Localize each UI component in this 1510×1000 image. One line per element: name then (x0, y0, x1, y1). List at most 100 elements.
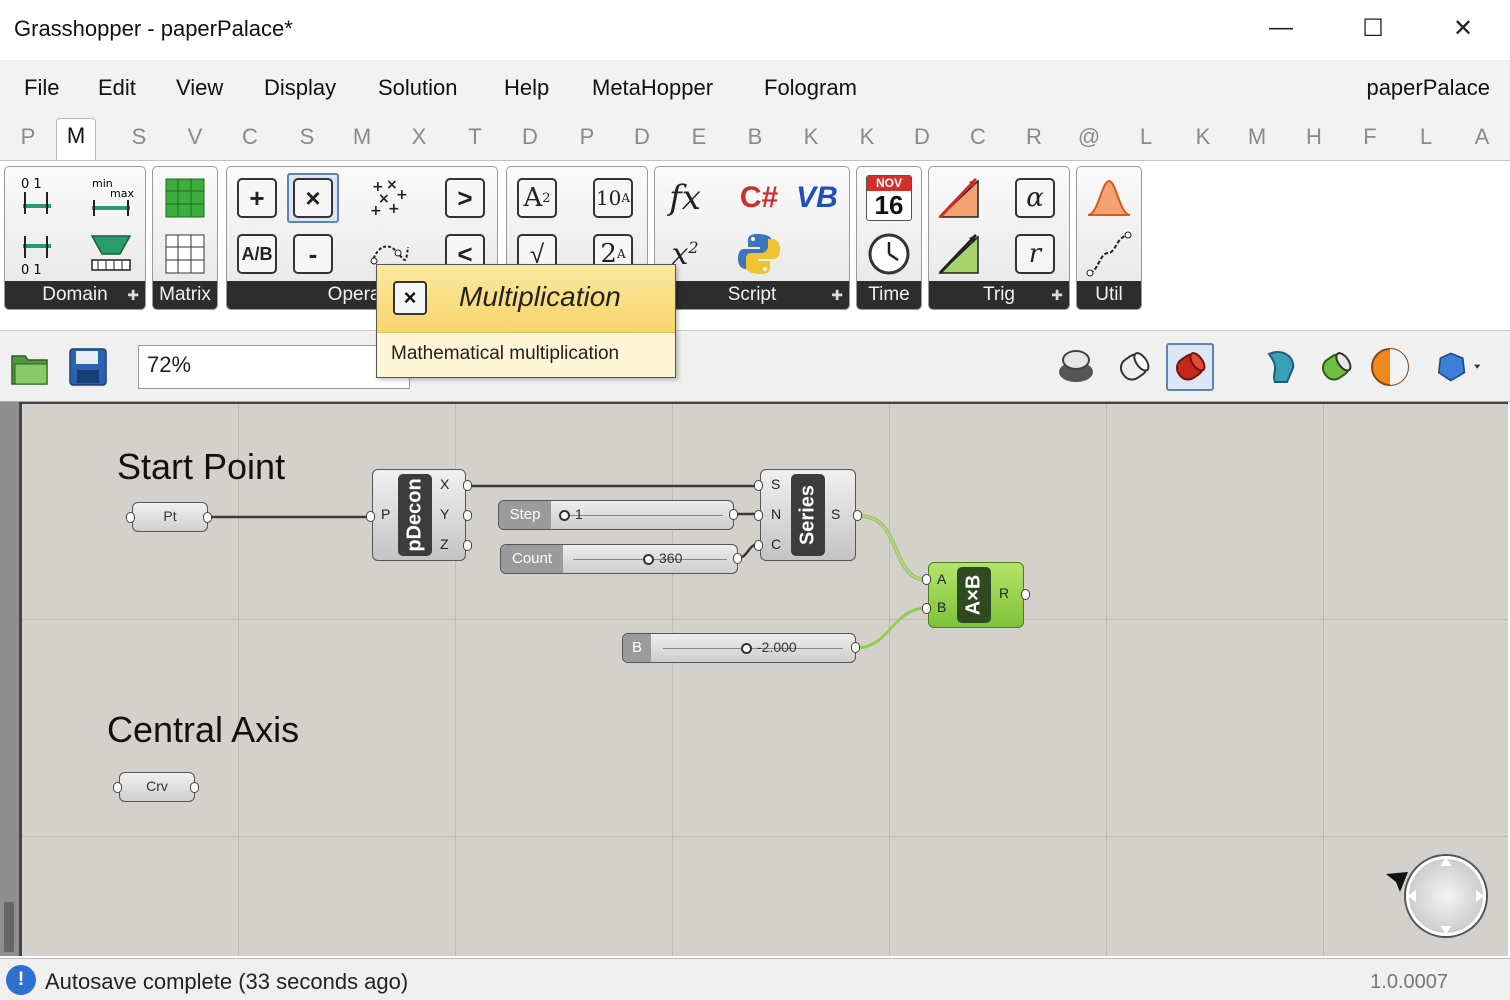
multiply-output-r[interactable] (1021, 589, 1030, 600)
open-icon[interactable] (6, 343, 54, 391)
b-slider[interactable]: B -2.000 (622, 633, 856, 663)
sine-triangle-icon[interactable] (933, 173, 985, 223)
power-icon[interactable]: A2 (511, 173, 563, 223)
multiply-input-b[interactable] (922, 603, 931, 614)
mass-addition-icon[interactable]: + × + × + + (363, 173, 415, 223)
radians-icon[interactable]: r (1009, 229, 1061, 279)
tab-sets[interactable]: S (119, 124, 159, 150)
tab-mesh[interactable]: M (342, 124, 382, 150)
division-icon[interactable]: A/B (231, 229, 283, 279)
tab-surface[interactable]: S (287, 124, 327, 150)
preview-selected-icon[interactable] (1258, 343, 1306, 391)
tab-display[interactable]: D (510, 124, 550, 150)
point-param[interactable]: Pt (132, 502, 208, 532)
tab-params[interactable]: P (8, 124, 48, 150)
canvas-left-scrollbar[interactable] (0, 402, 22, 956)
pdecon-output-y[interactable] (463, 510, 472, 521)
crv-output-port[interactable] (190, 782, 199, 793)
tab-transform[interactable]: T (455, 124, 495, 150)
construct-matrix-icon[interactable] (159, 173, 211, 223)
scroll-handle[interactable] (4, 902, 14, 952)
b-slider-knob[interactable] (741, 643, 752, 654)
power-of-10-icon[interactable]: 10 A (587, 173, 639, 223)
tab-p2[interactable]: P (567, 124, 607, 150)
vb-script-icon[interactable]: VB (791, 173, 843, 223)
tab-l2[interactable]: L (1406, 124, 1446, 150)
save-icon[interactable] (64, 343, 112, 391)
series-component[interactable]: Series S N C S (760, 469, 856, 561)
step-slider-output[interactable] (729, 509, 738, 520)
preview-off-icon[interactable] (1052, 343, 1100, 391)
material-icon[interactable] (1366, 343, 1414, 391)
tab-a[interactable]: A (1462, 124, 1502, 150)
step-slider-knob[interactable] (559, 510, 570, 521)
maximize-button[interactable]: ☐ (1350, 10, 1396, 46)
multiply-input-a[interactable] (922, 574, 931, 585)
deconstruct-domain-icon[interactable]: 0 1 (11, 229, 63, 279)
tab-e[interactable]: E (679, 124, 719, 150)
gaussian-icon[interactable] (1083, 173, 1135, 223)
pdecon-component[interactable]: pDecon P X Y Z (372, 469, 466, 561)
pt-input-port[interactable] (126, 512, 135, 523)
menu-metahopper[interactable]: MetaHopper (592, 75, 713, 101)
tab-h[interactable]: H (1294, 124, 1334, 150)
multiplication-icon[interactable]: × (287, 173, 339, 223)
tab-k[interactable]: K (791, 124, 831, 150)
tab-intersect[interactable]: X (399, 124, 439, 150)
panel-time-label[interactable]: Time (857, 281, 921, 309)
tab-vector[interactable]: V (175, 124, 215, 150)
close-button[interactable]: ✕ (1440, 10, 1486, 46)
panel-trig-label[interactable]: Trig ✚ (929, 281, 1069, 309)
pt-output-port[interactable] (203, 512, 212, 523)
display-matrix-icon[interactable] (159, 229, 211, 279)
larger-than-icon[interactable]: > (439, 173, 491, 223)
shaded-icon[interactable] (1166, 343, 1214, 391)
pdecon-output-x[interactable] (463, 480, 472, 491)
tab-r[interactable]: R (1014, 124, 1054, 150)
menu-file[interactable]: File (24, 75, 59, 101)
tab-d2[interactable]: D (622, 124, 662, 150)
tab-curve[interactable]: C (230, 124, 270, 150)
count-slider[interactable]: Count 360 (500, 544, 738, 574)
menu-fologram[interactable]: Fologram (764, 75, 857, 101)
multiplication-component[interactable]: A×B A B R (928, 562, 1024, 628)
menu-edit[interactable]: Edit (98, 75, 136, 101)
count-slider-knob[interactable] (643, 554, 654, 565)
remap-domain-icon[interactable] (85, 229, 137, 279)
menu-display[interactable]: Display (264, 75, 336, 101)
b-slider-output[interactable] (851, 642, 860, 653)
csharp-script-icon[interactable]: C# (733, 173, 785, 223)
document-name[interactable]: paperPalace (1366, 75, 1490, 101)
sphere-icon[interactable] (1434, 343, 1482, 391)
tab-m2[interactable]: M (1237, 124, 1277, 150)
expression-icon[interactable]: fx (659, 173, 711, 223)
tab-b[interactable]: B (735, 124, 775, 150)
series-input-c[interactable] (754, 540, 763, 551)
menu-help[interactable]: Help (504, 75, 549, 101)
tab-d3[interactable]: D (902, 124, 942, 150)
menu-view[interactable]: View (176, 75, 223, 101)
curve-graph-icon[interactable] (1083, 229, 1135, 279)
tab-f[interactable]: F (1350, 124, 1390, 150)
python-script-icon[interactable] (733, 229, 785, 279)
tab-k3[interactable]: K (1183, 124, 1223, 150)
wireframe-icon[interactable] (1110, 343, 1158, 391)
subtraction-icon[interactable]: - (287, 229, 339, 279)
tab-at[interactable]: @ (1069, 124, 1109, 150)
panel-script-label[interactable]: Script ✚ (655, 281, 849, 309)
pdecon-input-p[interactable] (366, 511, 375, 522)
minimize-button[interactable]: — (1258, 10, 1304, 46)
cosine-triangle-icon[interactable] (933, 229, 985, 279)
construct-domain-icon[interactable]: 0 1 (11, 173, 63, 223)
tab-l[interactable]: L (1126, 124, 1166, 150)
navigation-compass-icon[interactable] (1406, 856, 1486, 936)
crv-input-port[interactable] (113, 782, 122, 793)
tab-k2[interactable]: K (847, 124, 887, 150)
series-input-n[interactable] (754, 510, 763, 521)
panel-matrix-label[interactable]: Matrix (153, 281, 217, 309)
tab-c2[interactable]: C (958, 124, 998, 150)
clock-icon[interactable] (863, 229, 915, 279)
tab-maths[interactable]: M (56, 118, 96, 160)
pdecon-output-z[interactable] (463, 540, 472, 551)
curve-param[interactable]: Crv (119, 772, 195, 802)
